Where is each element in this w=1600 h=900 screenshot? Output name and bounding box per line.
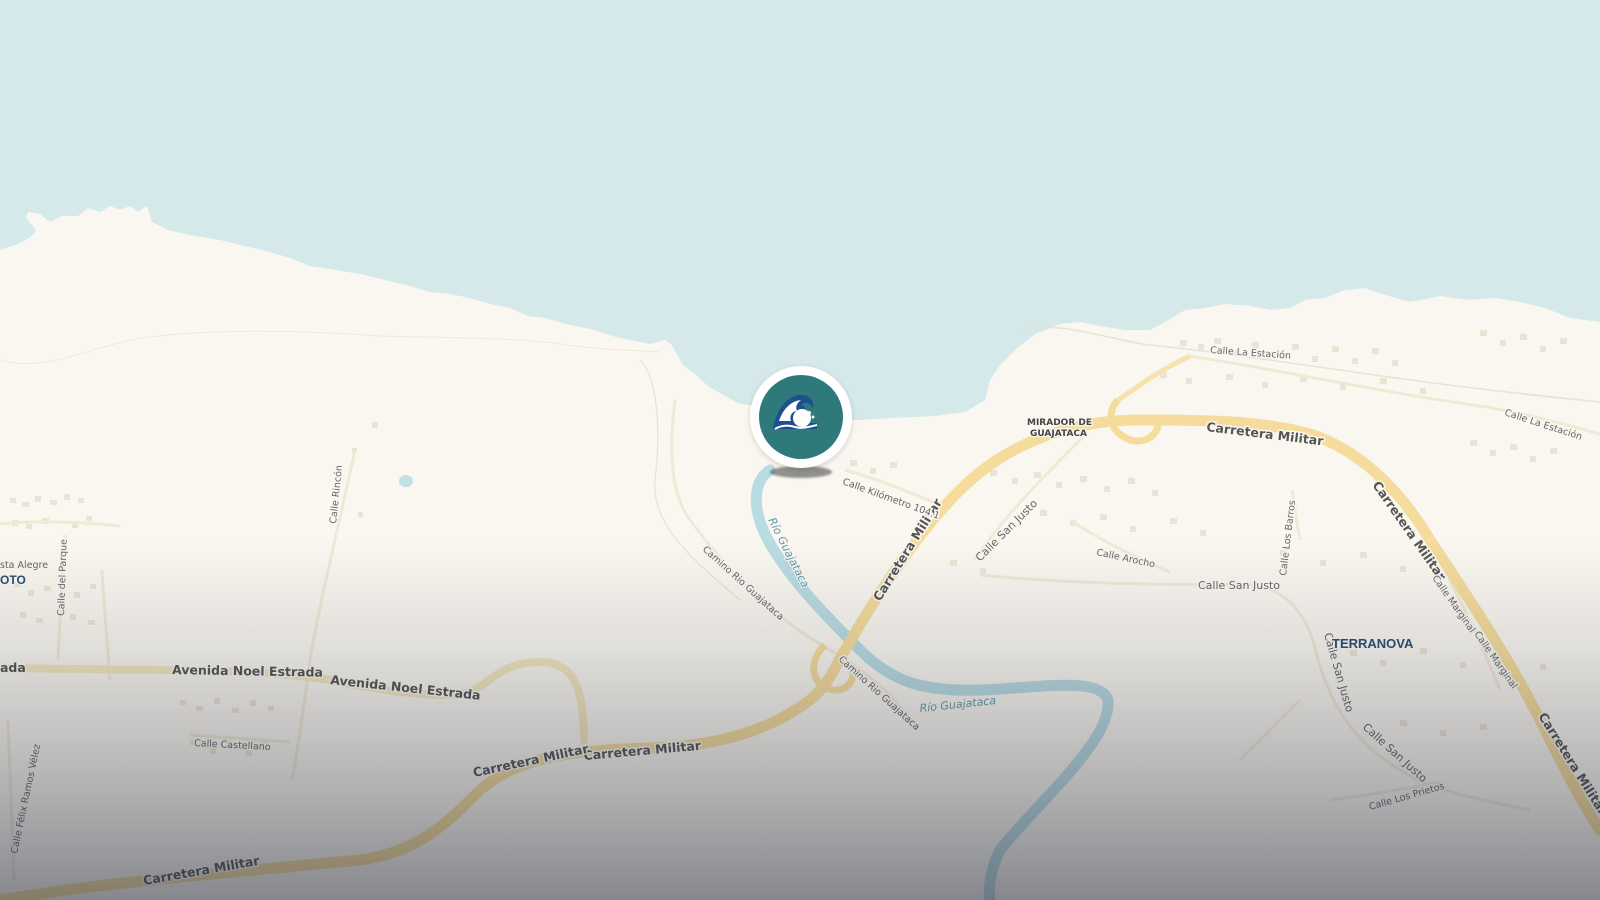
avenue-label: Avenida Noel Estrada	[172, 662, 323, 680]
marker-center-dot	[793, 409, 811, 427]
pond	[399, 475, 413, 487]
poi-label-mirador: MIRADOR DE	[1027, 418, 1092, 428]
marker-badge[interactable]	[759, 375, 843, 459]
place-label-terranova: TERRANOVA	[1332, 636, 1414, 651]
map-view[interactable]: Río Guajataca Río Guajataca Carretera Mi…	[0, 0, 1600, 900]
place-label-oto: OTO	[0, 573, 26, 587]
street-label: Calle San Justo	[1198, 579, 1280, 592]
location-marker[interactable]	[750, 366, 852, 468]
street-label: sta Alegre	[0, 560, 48, 571]
avenue-label: ada	[0, 660, 26, 675]
poi-label-mirador: GUAJATACA	[1030, 429, 1087, 439]
